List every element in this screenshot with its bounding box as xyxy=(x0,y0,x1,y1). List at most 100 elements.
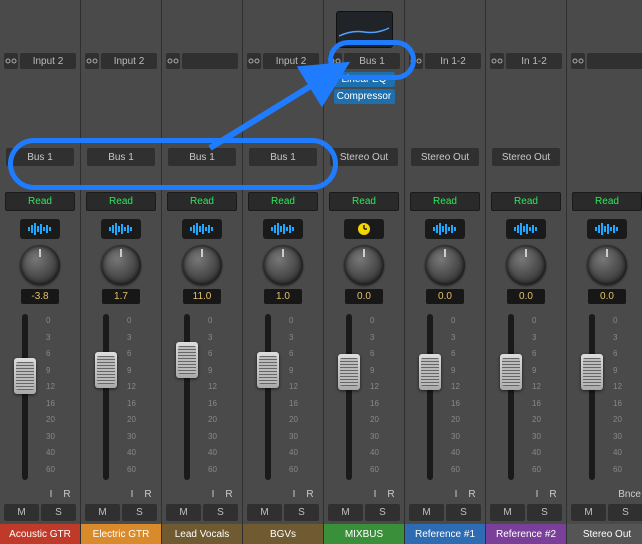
pan-knob[interactable] xyxy=(101,245,141,285)
record-enable-button[interactable]: R xyxy=(141,489,155,500)
output-slot[interactable]: Stereo Out xyxy=(330,148,398,166)
pan-knob[interactable] xyxy=(263,245,303,285)
mute-button[interactable]: M xyxy=(166,504,201,521)
record-enable-button[interactable]: R xyxy=(303,489,317,500)
eq-thumbnail-slot[interactable] xyxy=(2,2,78,50)
input-slot[interactable]: Input 2 xyxy=(263,53,319,69)
fader-cap[interactable] xyxy=(338,354,360,390)
input-format-button[interactable] xyxy=(166,53,180,69)
solo-button[interactable]: S xyxy=(608,504,642,521)
waveform-icon[interactable] xyxy=(263,219,303,239)
track-name-label[interactable]: Lead Vocals xyxy=(162,524,242,544)
input-monitor-button[interactable]: I xyxy=(206,489,220,500)
input-slot[interactable]: Input 2 xyxy=(101,53,157,69)
input-slot[interactable]: Input 2 xyxy=(20,53,76,69)
record-enable-button[interactable]: R xyxy=(60,489,74,500)
eq-thumbnail-slot[interactable] xyxy=(83,2,159,50)
pan-value-display[interactable]: 0.0 xyxy=(588,289,626,304)
output-slot[interactable]: Stereo Out xyxy=(411,148,479,166)
output-slot[interactable]: Bus 1 xyxy=(6,148,74,166)
mute-button[interactable]: M xyxy=(247,504,282,521)
solo-button[interactable]: S xyxy=(122,504,157,521)
pan-knob[interactable] xyxy=(587,245,627,285)
input-slot[interactable]: In 1-2 xyxy=(506,53,562,69)
input-monitor-button[interactable]: I xyxy=(44,489,58,500)
automation-mode-button[interactable]: Read xyxy=(167,192,237,211)
input-monitor-button[interactable]: I xyxy=(287,489,301,500)
fader-track[interactable] xyxy=(589,314,595,480)
pan-knob[interactable] xyxy=(20,245,60,285)
input-format-button[interactable] xyxy=(328,53,342,69)
fader-track[interactable] xyxy=(184,314,190,480)
record-enable-button[interactable]: R xyxy=(546,489,560,500)
waveform-icon[interactable] xyxy=(506,219,546,239)
track-name-label[interactable]: Reference #2 xyxy=(486,524,566,544)
mute-button[interactable]: M xyxy=(490,504,525,521)
track-name-label[interactable]: Reference #1 xyxy=(405,524,485,544)
pan-value-display[interactable]: 1.7 xyxy=(102,289,140,304)
fader-cap[interactable] xyxy=(500,354,522,390)
automation-mode-button[interactable]: Read xyxy=(410,192,480,211)
eq-thumbnail-slot[interactable] xyxy=(488,2,564,50)
track-name-label[interactable]: Electric GTR xyxy=(81,524,161,544)
input-slot[interactable] xyxy=(587,53,642,69)
pan-value-display[interactable]: 1.0 xyxy=(264,289,302,304)
solo-button[interactable]: S xyxy=(203,504,238,521)
pan-value-display[interactable]: -3.8 xyxy=(21,289,59,304)
fader-track[interactable] xyxy=(22,314,28,480)
eq-thumbnail-slot[interactable] xyxy=(407,2,483,50)
fader-track[interactable] xyxy=(508,314,514,480)
pan-value-display[interactable]: 11.0 xyxy=(183,289,221,304)
fader-cap[interactable] xyxy=(14,358,36,394)
track-name-label[interactable]: MIXBUS xyxy=(324,524,404,544)
pan-knob[interactable] xyxy=(344,245,384,285)
pan-knob[interactable] xyxy=(506,245,546,285)
audio-insert-slot[interactable]: Linear EQ xyxy=(334,72,395,87)
mute-button[interactable]: M xyxy=(4,504,39,521)
record-enable-button[interactable]: R xyxy=(465,489,479,500)
eq-thumbnail-slot[interactable] xyxy=(164,2,240,50)
input-format-button[interactable] xyxy=(409,53,423,69)
input-slot[interactable] xyxy=(182,53,238,69)
fader-track[interactable] xyxy=(265,314,271,480)
eq-thumbnail-slot[interactable] xyxy=(245,2,321,50)
output-slot[interactable]: Bus 1 xyxy=(87,148,155,166)
automation-mode-button[interactable]: Read xyxy=(248,192,318,211)
input-format-button[interactable] xyxy=(490,53,504,69)
fader-track[interactable] xyxy=(427,314,433,480)
waveform-icon[interactable] xyxy=(587,219,627,239)
audio-insert-slot[interactable]: Compressor xyxy=(334,89,395,104)
eq-thumbnail-slot[interactable] xyxy=(569,2,642,50)
latency-icon[interactable] xyxy=(344,219,384,239)
fader-cap[interactable] xyxy=(419,354,441,390)
automation-mode-button[interactable]: Read xyxy=(572,192,642,211)
automation-mode-button[interactable]: Read xyxy=(329,192,399,211)
input-format-button[interactable] xyxy=(4,53,18,69)
solo-button[interactable]: S xyxy=(446,504,481,521)
mute-button[interactable]: M xyxy=(85,504,120,521)
input-monitor-button[interactable]: I xyxy=(368,489,382,500)
waveform-icon[interactable] xyxy=(182,219,222,239)
solo-button[interactable]: S xyxy=(41,504,76,521)
fader-cap[interactable] xyxy=(176,342,198,378)
solo-button[interactable]: S xyxy=(284,504,319,521)
eq-thumbnail-slot[interactable] xyxy=(326,2,402,50)
waveform-icon[interactable] xyxy=(425,219,465,239)
pan-knob[interactable] xyxy=(425,245,465,285)
pan-knob[interactable] xyxy=(182,245,222,285)
fader-cap[interactable] xyxy=(95,352,117,388)
input-slot[interactable]: Bus 1 xyxy=(344,53,400,69)
bounce-button[interactable]: Bnce xyxy=(618,489,641,500)
eq-curve-preview[interactable] xyxy=(336,11,393,48)
input-format-button[interactable] xyxy=(85,53,99,69)
track-name-label[interactable]: Acoustic GTR xyxy=(0,524,80,544)
pan-value-display[interactable]: 0.0 xyxy=(507,289,545,304)
solo-button[interactable]: S xyxy=(365,504,400,521)
fader-track[interactable] xyxy=(346,314,352,480)
fader-track[interactable] xyxy=(103,314,109,480)
automation-mode-button[interactable]: Read xyxy=(5,192,75,211)
solo-button[interactable]: S xyxy=(527,504,562,521)
mute-button[interactable]: M xyxy=(409,504,444,521)
input-format-button[interactable] xyxy=(571,53,585,69)
input-format-button[interactable] xyxy=(247,53,261,69)
